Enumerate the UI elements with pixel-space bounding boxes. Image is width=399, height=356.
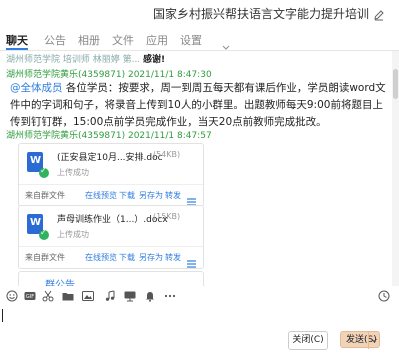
message-input[interactable] bbox=[0, 308, 399, 328]
mention-all[interactable]: @全体成员 bbox=[10, 82, 63, 94]
history-icon[interactable] bbox=[378, 290, 390, 302]
edit-icon[interactable] bbox=[373, 6, 385, 21]
folder-icon[interactable] bbox=[62, 290, 74, 302]
message-body-1: @全体成员 各位学员：按要求，周一到周五每天都有课后作业，学员朗读word文件中… bbox=[10, 80, 388, 131]
file-source: 来自群文件 bbox=[25, 253, 65, 262]
gif-icon[interactable]: GIF bbox=[24, 290, 36, 302]
file-card[interactable]: W ✓ (正安县定10月...安排.doc (54KB) 上传成功 来自群文件 … bbox=[18, 143, 204, 207]
download-link[interactable]: 下载 bbox=[119, 190, 135, 201]
file-card[interactable]: W ✓ 声母训练作业（1...）.docx (15KB) 上传成功 来自群文件 … bbox=[18, 205, 204, 269]
title-bar: 国家乡村振兴帮扶语言文字能力提升培训 bbox=[0, 0, 399, 28]
chat-scrollbar[interactable] bbox=[392, 51, 399, 286]
tab-settings[interactable]: 设置 bbox=[180, 32, 202, 48]
message-sender-1[interactable]: 湖州师范学院黄乐(4359871) 2021/11/1 8:47:30 bbox=[6, 67, 212, 80]
preview-link[interactable]: 在线预览 bbox=[85, 190, 117, 201]
file-size: (15KB) bbox=[153, 212, 181, 221]
forward-link[interactable]: 转发 bbox=[165, 190, 181, 201]
partial-message-sender: 湖州师范学院 培训师 林丽婷 第... bbox=[6, 55, 141, 65]
bell-icon[interactable] bbox=[144, 290, 156, 302]
tab-bar: 聊天 公告 相册 文件 应用 设置 bbox=[0, 28, 399, 51]
notice-icon bbox=[31, 279, 39, 286]
save-as-link[interactable]: 另存为 bbox=[139, 190, 163, 201]
divider bbox=[19, 184, 203, 185]
screen-share-icon[interactable] bbox=[124, 290, 136, 302]
upload-success-icon: ✓ bbox=[39, 166, 49, 178]
save-as-link[interactable]: 另存为 bbox=[139, 252, 163, 263]
tab-chat[interactable]: 聊天 bbox=[6, 32, 28, 48]
upload-status: 上传成功 bbox=[57, 168, 89, 177]
active-tab-indicator bbox=[6, 48, 28, 50]
download-link[interactable]: 下载 bbox=[119, 252, 135, 263]
scissors-icon[interactable] bbox=[42, 290, 54, 302]
emoji-icon[interactable] bbox=[6, 290, 18, 302]
upload-success-icon: ✓ bbox=[39, 228, 49, 240]
message-text-1: 各位学员：按要求，周一到周五每天都有课后作业，学员朗读word文件中的字词和句子… bbox=[10, 82, 386, 128]
more-icon[interactable] bbox=[164, 290, 176, 302]
menu-icon[interactable] bbox=[187, 191, 196, 206]
send-options-dropdown[interactable] bbox=[368, 332, 379, 349]
file-name[interactable]: 声母训练作业（1...）.docx bbox=[57, 212, 168, 225]
svg-text:GIF: GIF bbox=[26, 294, 34, 300]
tab-apps[interactable]: 应用 bbox=[146, 32, 168, 48]
file-source: 来自群文件 bbox=[25, 191, 65, 200]
forward-link[interactable]: 转发 bbox=[165, 252, 181, 263]
upload-status: 上传成功 bbox=[57, 230, 89, 239]
music-icon[interactable] bbox=[104, 290, 116, 302]
close-button[interactable]: 关闭(C) bbox=[288, 331, 328, 350]
file-name[interactable]: (正安县定10月...安排.doc bbox=[57, 150, 163, 163]
tab-files[interactable]: 文件 bbox=[112, 32, 134, 48]
scrollbar-thumb[interactable] bbox=[393, 69, 398, 99]
file-size: (54KB) bbox=[153, 150, 181, 159]
partial-message-row: 湖州师范学院 培训师 林丽婷 第... 感谢! bbox=[6, 52, 165, 65]
tab-announcement[interactable]: 公告 bbox=[44, 32, 66, 48]
footer-bar: 关闭(C) 发送(S) bbox=[0, 328, 399, 354]
menu-icon[interactable] bbox=[187, 253, 196, 268]
text-caret bbox=[2, 309, 3, 322]
input-toolbar: GIF bbox=[0, 286, 399, 308]
send-button[interactable]: 发送(S) bbox=[340, 331, 380, 349]
image-icon[interactable] bbox=[82, 290, 94, 302]
group-notice-card[interactable]: 群公告 bbox=[18, 271, 204, 286]
divider bbox=[19, 246, 203, 247]
preview-link[interactable]: 在线预览 bbox=[85, 252, 117, 263]
partial-message-text: 感谢! bbox=[143, 55, 166, 65]
tab-album[interactable]: 相册 bbox=[78, 32, 100, 48]
message-sender-2[interactable]: 湖州师范学院黄乐(4359871) 2021/11/1 8:47:57 bbox=[6, 128, 212, 141]
group-notice-label: 群公告 bbox=[45, 280, 75, 286]
window-title: 国家乡村振兴帮扶语言文字能力提升培训 bbox=[152, 7, 369, 21]
chat-history[interactable]: 湖州师范学院 培训师 林丽婷 第... 感谢! 湖州师范学院黄乐(4359871… bbox=[0, 51, 392, 286]
chevron-down-icon[interactable] bbox=[222, 36, 230, 50]
